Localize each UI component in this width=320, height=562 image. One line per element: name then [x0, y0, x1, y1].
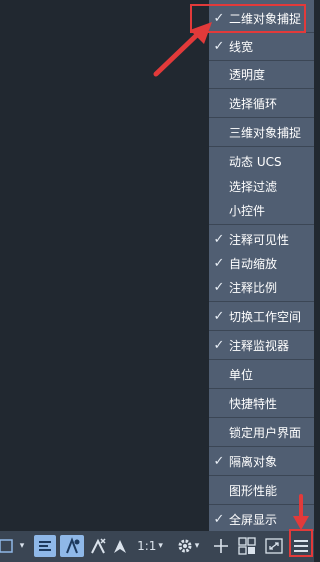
menu-item-label: 自动缩放	[229, 256, 278, 271]
menu-separator	[209, 32, 314, 33]
menu-item-label: 注释比例	[229, 280, 278, 295]
menu-item-lock-ui[interactable]: 锁定用户界面	[209, 418, 314, 446]
menu-separator	[209, 446, 314, 447]
menu-separator	[209, 88, 314, 89]
menu-separator	[209, 359, 314, 360]
menu-item-units[interactable]: 单位	[209, 360, 314, 388]
menu-separator	[209, 475, 314, 476]
menu-item-label: 快捷特性	[229, 396, 278, 411]
chevron-down-icon: ▾	[194, 541, 200, 551]
menu-item-label: 选择循环	[229, 96, 278, 111]
menu-item-annotation-monitor[interactable]: ✓ 注释监视器	[209, 331, 314, 359]
menu-item-workspace-switching[interactable]: ✓ 切换工作空间	[209, 302, 314, 330]
menu-item-label: 透明度	[229, 67, 266, 82]
scale-label: 1:1	[137, 539, 157, 553]
chevron-down-icon: ▾	[158, 541, 163, 551]
customization-menu-icon[interactable]	[291, 535, 311, 557]
menu-item-label: 线宽	[229, 39, 254, 54]
menu-item-2d-object-snap[interactable]: ✓ 二维对象捕捉	[209, 4, 314, 32]
lineweight-icon[interactable]	[34, 535, 56, 557]
menu-item-quick-properties[interactable]: 快捷特性	[209, 389, 314, 417]
menu-item-label: 小控件	[229, 203, 266, 218]
menu-item-graphics-performance[interactable]: 图形性能	[209, 476, 314, 504]
menu-item-dynamic-ucs[interactable]: 动态 UCS	[209, 147, 314, 175]
annotation-scale-icon[interactable]	[110, 535, 130, 557]
menu-item-transparency[interactable]: 透明度	[209, 60, 314, 88]
annotation-visibility-icon[interactable]	[60, 535, 84, 557]
menu-item-label: 注释监视器	[229, 338, 290, 353]
menu-item-clean-screen[interactable]: ✓ 全屏显示	[209, 505, 314, 533]
chevron-down-icon[interactable]: ▾	[14, 535, 28, 557]
menu-separator	[209, 330, 314, 331]
menu-item-gizmo[interactable]: 小控件	[209, 196, 314, 224]
menu-item-label: 切换工作空间	[229, 309, 302, 324]
menu-separator	[209, 146, 314, 147]
menu-item-3d-object-snap[interactable]: 三维对象捕捉	[209, 118, 314, 146]
checkmark-icon: ✓	[213, 337, 225, 353]
checkmark-icon: ✓	[213, 308, 225, 324]
selection-cycling-icon[interactable]	[0, 535, 14, 557]
menu-item-label: 动态 UCS	[229, 154, 282, 169]
menu-item-selection-cycling[interactable]: 选择循环	[209, 89, 314, 117]
checkmark-icon: ✓	[213, 511, 225, 527]
menu-item-label: 选择过滤	[229, 179, 278, 194]
menu-item-isolate-objects[interactable]: ✓ 隔离对象	[209, 447, 314, 475]
auto-scale-icon[interactable]	[88, 535, 108, 557]
menu-item-lineweight[interactable]: ✓ 线宽	[209, 32, 314, 60]
menu-separator	[209, 224, 314, 225]
menu-item-label: 二维对象捕捉	[229, 11, 302, 26]
menu-separator	[209, 60, 314, 61]
checkmark-icon: ✓	[213, 255, 225, 271]
isolate-objects-icon[interactable]	[236, 535, 258, 557]
menu-item-label: 锁定用户界面	[229, 425, 302, 440]
menu-item-annotation-scale[interactable]: ✓ 注释比例	[209, 273, 314, 301]
menu-item-label: 单位	[229, 367, 254, 382]
menu-separator	[209, 117, 314, 118]
caret-text: ▾	[19, 541, 25, 551]
plus-icon[interactable]	[210, 535, 232, 557]
workspace-gear-icon[interactable]: ▾	[170, 535, 206, 557]
menu-separator	[209, 417, 314, 418]
menu-item-label: 三维对象捕捉	[229, 125, 302, 140]
annotation-scale-dropdown[interactable]: 1:1 ▾	[134, 535, 166, 557]
menu-item-label: 注释可见性	[229, 232, 290, 247]
menu-item-label: 图形性能	[229, 483, 278, 498]
checkmark-icon: ✓	[213, 10, 225, 26]
checkmark-icon: ✓	[213, 279, 225, 295]
menu-item-label: 隔离对象	[229, 454, 278, 469]
statusbar-customization-menu: ✓ 二维对象捕捉 ✓ 线宽 透明度 选择循环 三维对象捕捉 动态 UCS 选择过…	[209, 0, 314, 531]
menu-item-label: 全屏显示	[229, 512, 278, 527]
checkmark-icon: ✓	[213, 38, 225, 54]
menu-separator	[209, 388, 314, 389]
menu-separator	[209, 301, 314, 302]
checkmark-icon: ✓	[213, 231, 225, 247]
menu-separator	[209, 504, 314, 505]
checkmark-icon: ✓	[213, 453, 225, 469]
fullscreen-icon[interactable]	[263, 535, 285, 557]
